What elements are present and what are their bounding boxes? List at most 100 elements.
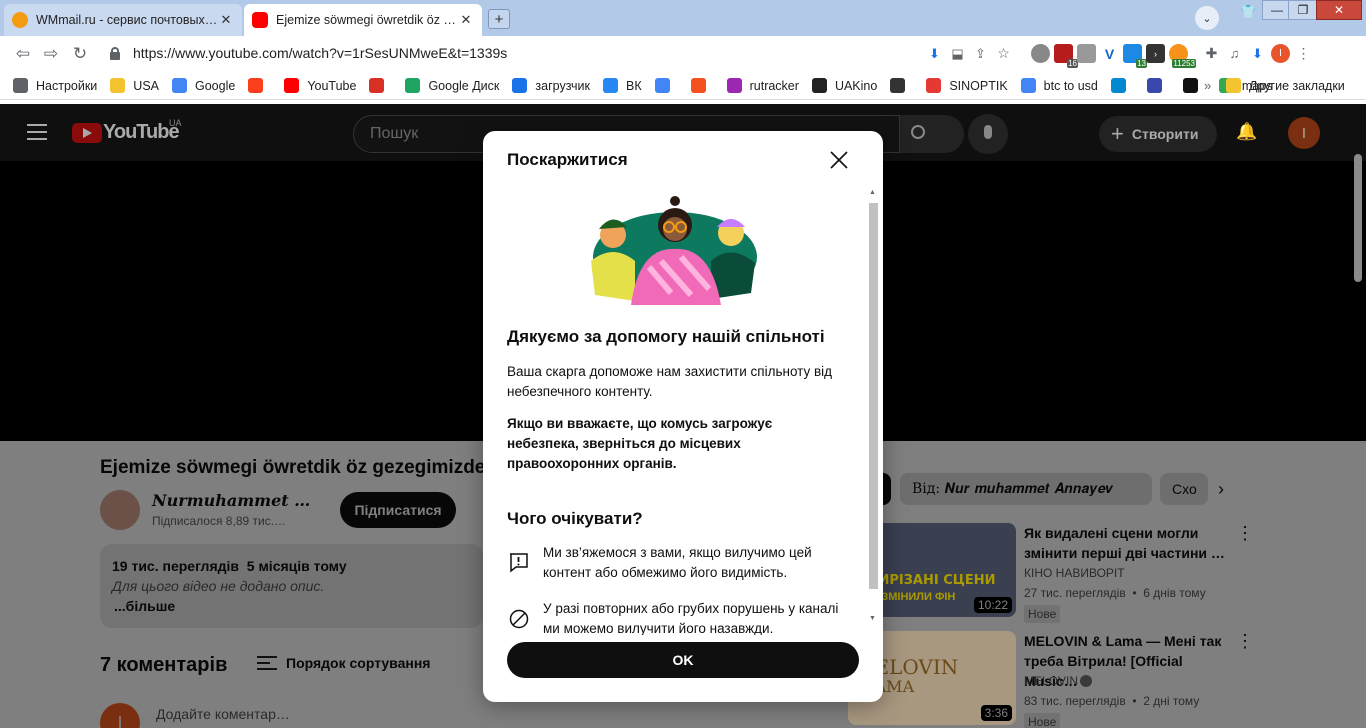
comment-avatar: I <box>100 703 140 728</box>
related-channel-1[interactable]: КІНО НАВИВОРІТ <box>1024 566 1125 580</box>
lock-icon[interactable] <box>110 47 120 60</box>
search-icon <box>911 125 925 139</box>
bookmark-label: btc to usd <box>1043 78 1098 93</box>
bookmark-item[interactable]: rutracker <box>726 78 799 93</box>
report-dialog: Поскаржитися Дякуємо за допомогу нашій с… <box>483 131 883 702</box>
bookmark-item[interactable] <box>1182 78 1206 93</box>
menu-kebab-icon[interactable]: ⋮ <box>1294 44 1313 63</box>
share-icon[interactable]: ⇪ <box>971 44 990 63</box>
tab-close-icon[interactable]: ✕ <box>458 12 474 28</box>
video-duration: 3:36 <box>980 705 1012 721</box>
bookmark-item[interactable]: SINOPTIK <box>926 78 1008 93</box>
blue-extension-icon[interactable]: 13 <box>1123 44 1147 68</box>
back-arrow-icon[interactable]: ⇦ <box>12 43 34 65</box>
video-duration: 10:22 <box>973 597 1012 613</box>
bookmark-item[interactable] <box>890 78 913 93</box>
globe-icon[interactable] <box>1031 44 1050 63</box>
bookmark-item[interactable]: загрузчик <box>512 78 590 93</box>
youtube-logo-icon[interactable] <box>72 123 102 143</box>
install-icon[interactable]: ⬓ <box>948 44 967 63</box>
related-channel-2[interactable]: MELOVIN <box>1024 674 1078 688</box>
p-icon <box>1110 78 1126 93</box>
vk-icon <box>602 78 618 93</box>
bookmark-item[interactable] <box>690 78 714 93</box>
new-badge: Нове <box>1024 605 1061 623</box>
tab-strip: WMmail.ru - сервис почтовых рас ✕ Ejemiz… <box>0 0 1366 36</box>
tab-youtube[interactable]: Ejemize söwmegi öwretdik öz geze ✕ <box>244 4 482 36</box>
bookmarks-more-icon[interactable]: » <box>1204 78 1211 93</box>
dialog-scrollbar[interactable]: ▲ ▼ <box>866 187 881 627</box>
tab-close-icon[interactable]: ✕ <box>218 12 234 28</box>
chip-similar[interactable]: Схо <box>1160 473 1208 505</box>
google-icon <box>1020 78 1036 93</box>
description-more-link[interactable]: ...більше <box>114 598 175 614</box>
youtube-logo-text: YouTube <box>103 121 180 143</box>
url-field[interactable]: https://www.youtube.com/watch?v=1rSesUNM… <box>133 45 507 61</box>
v-extension-icon[interactable]: V <box>1100 44 1119 63</box>
download-icon[interactable]: ⬇ <box>925 44 944 63</box>
bookmark-item[interactable] <box>1146 78 1170 93</box>
account-avatar[interactable]: I <box>1288 117 1320 149</box>
subscribe-button[interactable]: Підписатися <box>340 492 456 528</box>
other-bookmarks[interactable]: Другие закладки <box>1226 78 1345 93</box>
terminal-icon[interactable]: › <box>1146 44 1165 63</box>
tab-search-chevron-icon[interactable]: ⌄ <box>1195 6 1219 30</box>
chip-from-channel[interactable]: Від: 𝑵𝒖𝒓 𝒎𝒖𝒉𝒂𝒎𝒎𝒆𝒕 𝑨𝒏𝒏𝒂𝒚𝒆𝒗 <box>900 473 1152 505</box>
description-text: Для цього відео не додано опис. <box>112 578 325 594</box>
bookmark-item[interactable] <box>369 78 392 93</box>
notifications-bell-icon[interactable]: 🔔 <box>1236 122 1257 144</box>
channel-avatar[interactable] <box>100 490 140 530</box>
puzzle-icon[interactable]: ✚ <box>1202 44 1221 63</box>
bookmark-item[interactable] <box>1110 78 1134 93</box>
reload-icon[interactable]: ↻ <box>69 43 91 65</box>
bookmark-item[interactable]: YouTube <box>284 78 356 93</box>
bookmark-label: YouTube <box>307 78 357 93</box>
more-actions-icon[interactable]: ⋮ <box>1236 631 1254 652</box>
tab-wmmail[interactable]: WMmail.ru - сервис почтовых рас ✕ <box>4 4 242 36</box>
bookmark-item[interactable]: UAKino <box>811 78 877 93</box>
bookmark-label: Google <box>195 78 236 93</box>
bitcoin-icon[interactable]: 11253 <box>1169 44 1196 68</box>
wmmail-favicon-icon <box>12 12 28 28</box>
plus-icon: + <box>1111 121 1124 146</box>
close-window-button[interactable]: ✕ <box>1316 0 1362 20</box>
downloads-icon[interactable]: ⬇ <box>1248 44 1267 63</box>
new-tab-button[interactable]: + <box>488 9 510 29</box>
related-title-1[interactable]: Як видалені сцени могли змінити перші дв… <box>1024 523 1229 563</box>
hamburger-menu-icon[interactable] <box>27 124 47 140</box>
add-comment-input[interactable]: Додайте коментар… <box>156 706 290 722</box>
create-button[interactable]: + Створити <box>1099 116 1217 152</box>
chips-next-chevron-icon[interactable]: › <box>1218 479 1224 500</box>
arrow-icon <box>1146 78 1162 93</box>
uakino-icon <box>811 78 827 93</box>
bookmark-item[interactable]: USA <box>110 78 159 93</box>
tshirt-icon[interactable]: 👕 <box>1240 4 1260 22</box>
sort-button[interactable]: Порядок сортування <box>286 655 430 671</box>
translate-icon <box>654 78 670 93</box>
bookmark-item[interactable]: Google Диск <box>405 78 499 93</box>
bookmark-label: rutracker <box>749 78 799 93</box>
media-icon[interactable]: ♫ <box>1225 44 1244 63</box>
bookmark-item[interactable]: ВК <box>602 78 642 93</box>
profile-avatar[interactable]: I <box>1271 44 1290 63</box>
bookmark-item[interactable] <box>248 78 271 93</box>
sort-icon[interactable] <box>257 656 277 670</box>
extension-grey-icon[interactable] <box>1077 44 1096 63</box>
ok-button[interactable]: OK <box>507 642 859 678</box>
ublock-icon[interactable]: 16 <box>1054 44 1078 68</box>
tab-title: Ejemize söwmegi öwretdik öz geze <box>276 13 458 27</box>
maximize-button[interactable]: ❐ <box>1288 0 1318 20</box>
bookmark-item[interactable]: Google <box>172 78 235 93</box>
page-scrollbar[interactable] <box>1354 154 1362 282</box>
voice-search-button[interactable] <box>968 114 1008 154</box>
close-icon[interactable] <box>827 148 851 172</box>
star-icon[interactable]: ☆ <box>994 44 1013 63</box>
forward-arrow-icon[interactable]: ⇨ <box>40 43 62 65</box>
bookmark-item[interactable]: btc to usd <box>1020 78 1098 93</box>
channel-name[interactable]: 𝑵𝒖𝒓𝒎𝒖𝒉𝒂𝒎𝒎𝒆𝒕 … <box>152 491 310 510</box>
search-button[interactable] <box>900 115 964 153</box>
more-actions-icon[interactable]: ⋮ <box>1236 523 1254 544</box>
description-box[interactable]: 19 тис. переглядів 5 місяців тому Для ць… <box>100 544 483 628</box>
bookmark-item[interactable] <box>654 78 678 93</box>
bookmark-item[interactable]: Настройки <box>13 78 97 93</box>
